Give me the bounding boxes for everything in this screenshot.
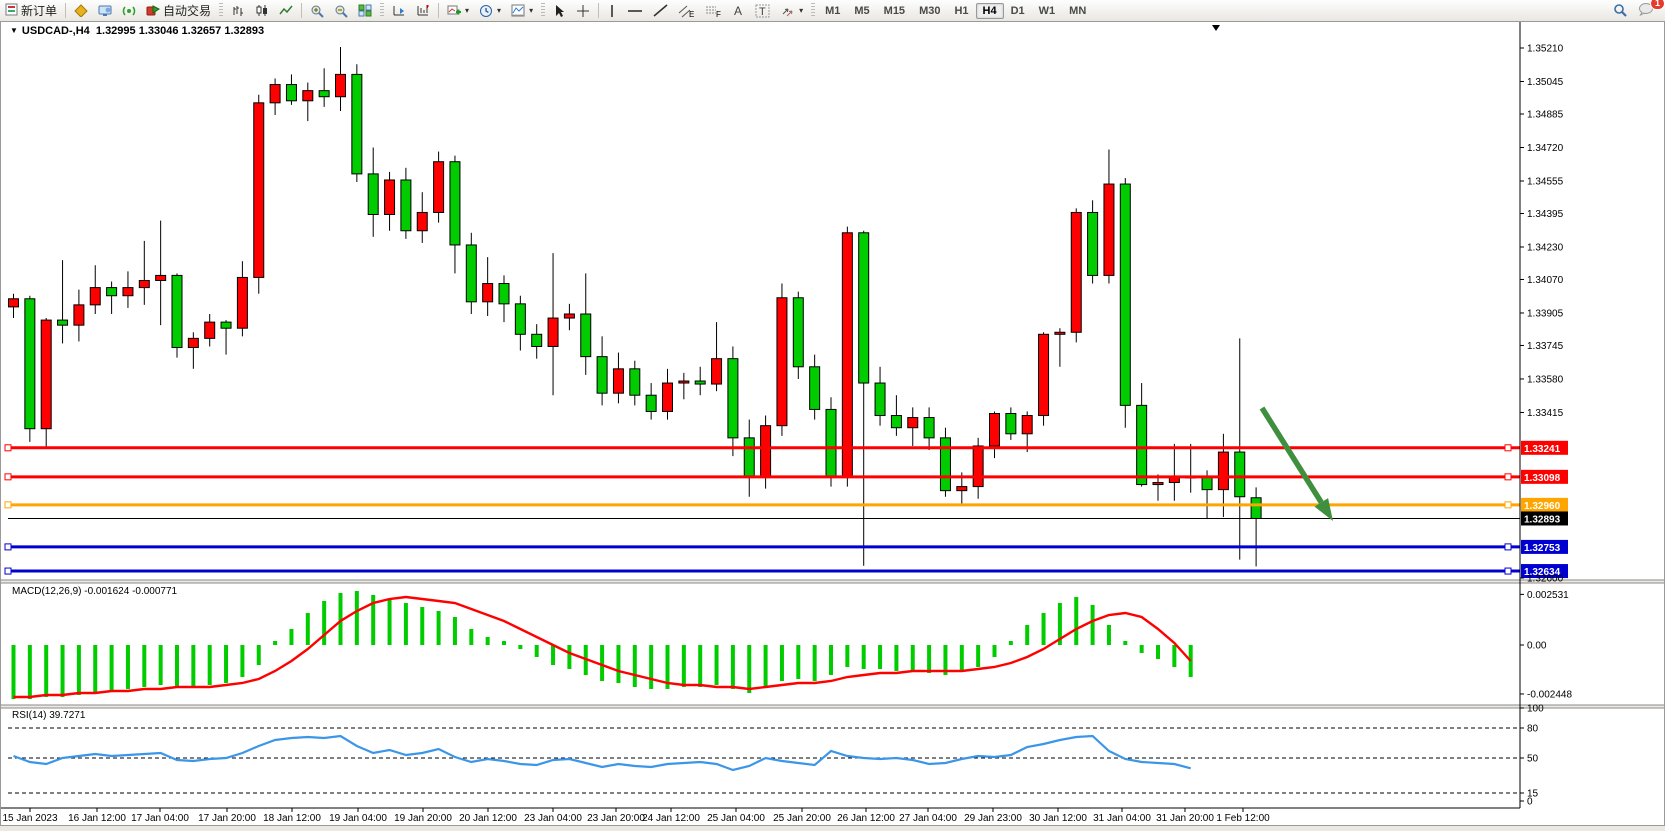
svg-text:17 Jan 20:00: 17 Jan 20:00 [198,813,256,824]
svg-text:0: 0 [1527,797,1533,808]
svg-text:1.33905: 1.33905 [1527,308,1564,319]
collapse-icon[interactable]: ▼ [10,26,18,35]
chart-title: ▼ USDCAD-,H4 1.32995 1.33046 1.32657 1.32… [10,25,264,37]
rsi-indicator-label: RSI(14) 39.7271 [12,710,85,721]
svg-text:24 Jan 12:00: 24 Jan 12:00 [642,813,700,824]
svg-text:18 Jan 12:00: 18 Jan 12:00 [263,813,321,824]
svg-text:31 Jan 20:00: 31 Jan 20:00 [1156,813,1214,824]
svg-text:0.002531: 0.002531 [1527,590,1569,601]
macd-indicator-label: MACD(12,26,9) -0.001624 -0.000771 [12,586,177,597]
svg-text:1.34395: 1.34395 [1527,209,1564,220]
svg-text:0.00: 0.00 [1527,641,1547,652]
svg-text:30 Jan 12:00: 30 Jan 12:00 [1029,813,1087,824]
svg-text:16 Jan 12:00: 16 Jan 12:00 [68,813,126,824]
svg-text:31 Jan 04:00: 31 Jan 04:00 [1093,813,1151,824]
svg-text:15 Jan 2023: 15 Jan 2023 [2,813,57,824]
symbol-label: USDCAD-,H4 [22,25,90,37]
svg-text:17 Jan 04:00: 17 Jan 04:00 [131,813,189,824]
svg-text:25 Jan 04:00: 25 Jan 04:00 [707,813,765,824]
svg-text:19 Jan 04:00: 19 Jan 04:00 [329,813,387,824]
svg-text:100: 100 [1527,704,1544,715]
svg-text:1.34555: 1.34555 [1527,176,1564,187]
svg-text:1.32893: 1.32893 [1524,514,1561,525]
svg-text:80: 80 [1527,724,1539,735]
svg-text:1.33415: 1.33415 [1527,408,1564,419]
svg-text:1.35045: 1.35045 [1527,77,1564,88]
svg-text:25 Jan 20:00: 25 Jan 20:00 [773,813,831,824]
svg-text:1.33745: 1.33745 [1527,341,1564,352]
svg-text:1.32600: 1.32600 [1527,573,1564,584]
svg-text:29 Jan 23:00: 29 Jan 23:00 [964,813,1022,824]
svg-text:1.33098: 1.33098 [1524,473,1561,484]
svg-text:20 Jan 12:00: 20 Jan 12:00 [459,813,517,824]
svg-text:26 Jan 12:00: 26 Jan 12:00 [837,813,895,824]
svg-text:23 Jan 04:00: 23 Jan 04:00 [524,813,582,824]
svg-text:1.34885: 1.34885 [1527,109,1564,120]
svg-text:1.33241: 1.33241 [1524,444,1561,455]
ohlc-values: 1.32995 1.33046 1.32657 1.32893 [96,25,264,37]
svg-text:50: 50 [1527,754,1539,765]
svg-text:1.34070: 1.34070 [1527,275,1564,286]
svg-text:1.34720: 1.34720 [1527,143,1564,154]
svg-text:1.35210: 1.35210 [1527,44,1564,55]
svg-text:1.34230: 1.34230 [1527,242,1564,253]
svg-text:1.33580: 1.33580 [1527,374,1564,385]
svg-text:1 Feb 12:00: 1 Feb 12:00 [1216,813,1270,824]
svg-text:1.32960: 1.32960 [1524,501,1561,512]
svg-text:19 Jan 20:00: 19 Jan 20:00 [394,813,452,824]
svg-text:-0.002448: -0.002448 [1527,689,1572,700]
svg-text:23 Jan 20:00: 23 Jan 20:00 [587,813,645,824]
price-chart[interactable]: 1.33241 1.33098 1.32960 1.32893 1.32753 1.326… [0,0,1665,831]
svg-text:1.32753: 1.32753 [1524,543,1561,554]
svg-text:27 Jan 04:00: 27 Jan 04:00 [899,813,957,824]
